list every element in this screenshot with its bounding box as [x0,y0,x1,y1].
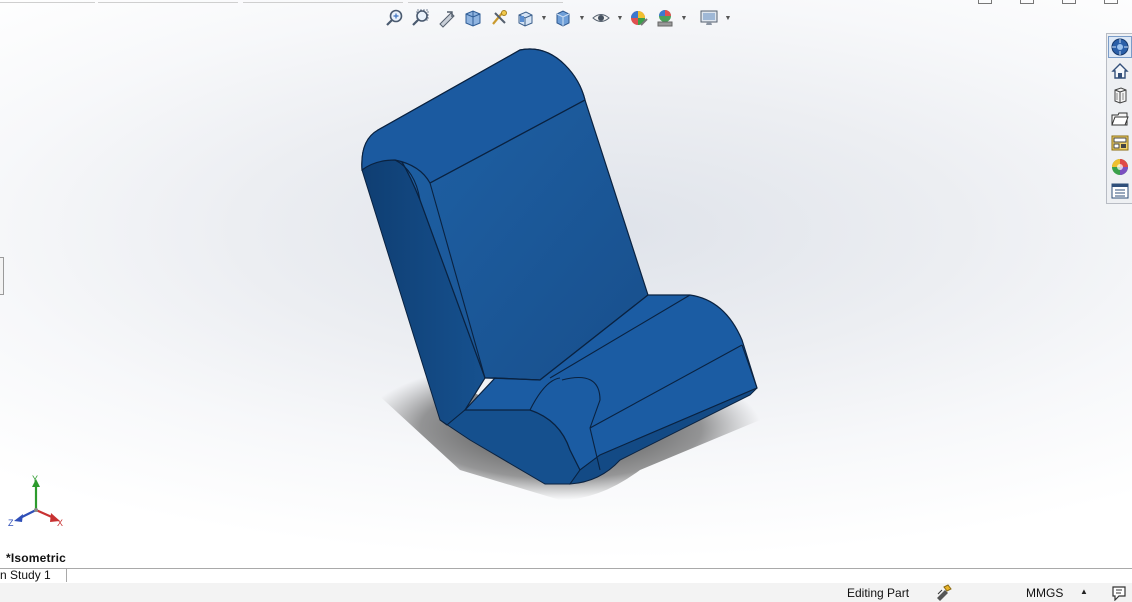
view-orientation-label: *Isometric [6,551,67,565]
task-pane-design-library-button[interactable] [1108,60,1132,82]
custom-properties-list-icon [1111,183,1129,199]
units-caret-icon[interactable]: ▲ [1080,587,1088,596]
rebuild-icon[interactable] [935,584,953,601]
task-pane-appearances-button[interactable] [1108,132,1132,154]
task-pane-resources-button[interactable] [1108,36,1132,58]
quick-tips-icon[interactable] [1110,584,1128,601]
solidworks-resources-icon [1111,38,1129,56]
task-pane-file-explorer-button[interactable] [1108,84,1132,106]
status-mode: Editing Part [847,586,910,600]
task-pane-view-palette-button[interactable] [1108,108,1132,130]
triad-z-arrow [14,514,23,522]
triad-y-label: Y [32,474,38,484]
task-pane [1106,33,1132,204]
tab-study[interactable]: n Study 1 [0,569,67,582]
design-library-icon [1111,63,1129,79]
custom-properties-icon [1111,135,1129,151]
task-pane-custom-properties-button[interactable] [1108,180,1132,202]
bottom-tabs-bar: n Study 1 [0,568,1132,584]
file-explorer-icon [1114,87,1127,104]
model-part[interactable] [0,0,1132,569]
appearances-scenes-icon [1112,159,1128,175]
task-pane-scenes-button[interactable] [1108,156,1132,178]
view-palette-icon [1111,112,1129,126]
triad-x-label: X [57,518,63,528]
reference-triad: Y X Z [8,474,63,528]
graphics-area[interactable]: ▼ ▼ ▼ ▼ ▼ Y X Z *Isometric [0,0,1132,569]
status-bar: Editing Part MMGS ▲ [0,583,1132,602]
units-selector[interactable]: MMGS [1026,586,1063,600]
triad-z-label: Z [8,518,14,528]
